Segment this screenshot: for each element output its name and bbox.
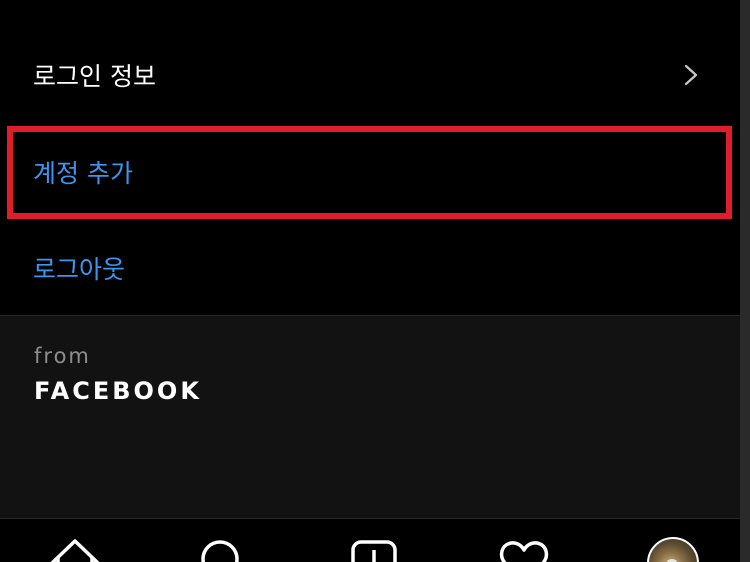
avatar <box>647 537 699 562</box>
tab-profile[interactable] <box>647 537 699 562</box>
logout-row[interactable]: 로그아웃 <box>0 220 740 316</box>
tab-search[interactable] <box>196 537 248 562</box>
facebook-brand-label: FACEBOOK <box>34 377 202 405</box>
login-info-label: 로그인 정보 <box>33 62 156 91</box>
tab-activity[interactable] <box>497 537 549 562</box>
from-label: from <box>34 344 91 368</box>
add-account-row[interactable]: 계정 추가 <box>0 124 740 220</box>
footer-panel <box>0 316 740 518</box>
add-account-label: 계정 추가 <box>33 159 133 188</box>
chevron-right-icon <box>684 64 698 86</box>
search-icon <box>201 540 239 562</box>
logout-label: 로그아웃 <box>33 255 126 284</box>
settings-screen: 로그인 정보 계정 추가 로그아웃 from FACEBOOK <box>0 0 750 562</box>
tab-new-post[interactable] <box>348 537 400 562</box>
plus-square-icon <box>351 540 397 562</box>
scrollbar-edge <box>740 0 750 562</box>
tab-home[interactable] <box>49 537 101 562</box>
bottom-tab-bar <box>0 518 740 562</box>
heart-icon <box>499 541 549 562</box>
login-info-row[interactable]: 로그인 정보 <box>0 27 740 123</box>
home-icon <box>50 539 100 562</box>
